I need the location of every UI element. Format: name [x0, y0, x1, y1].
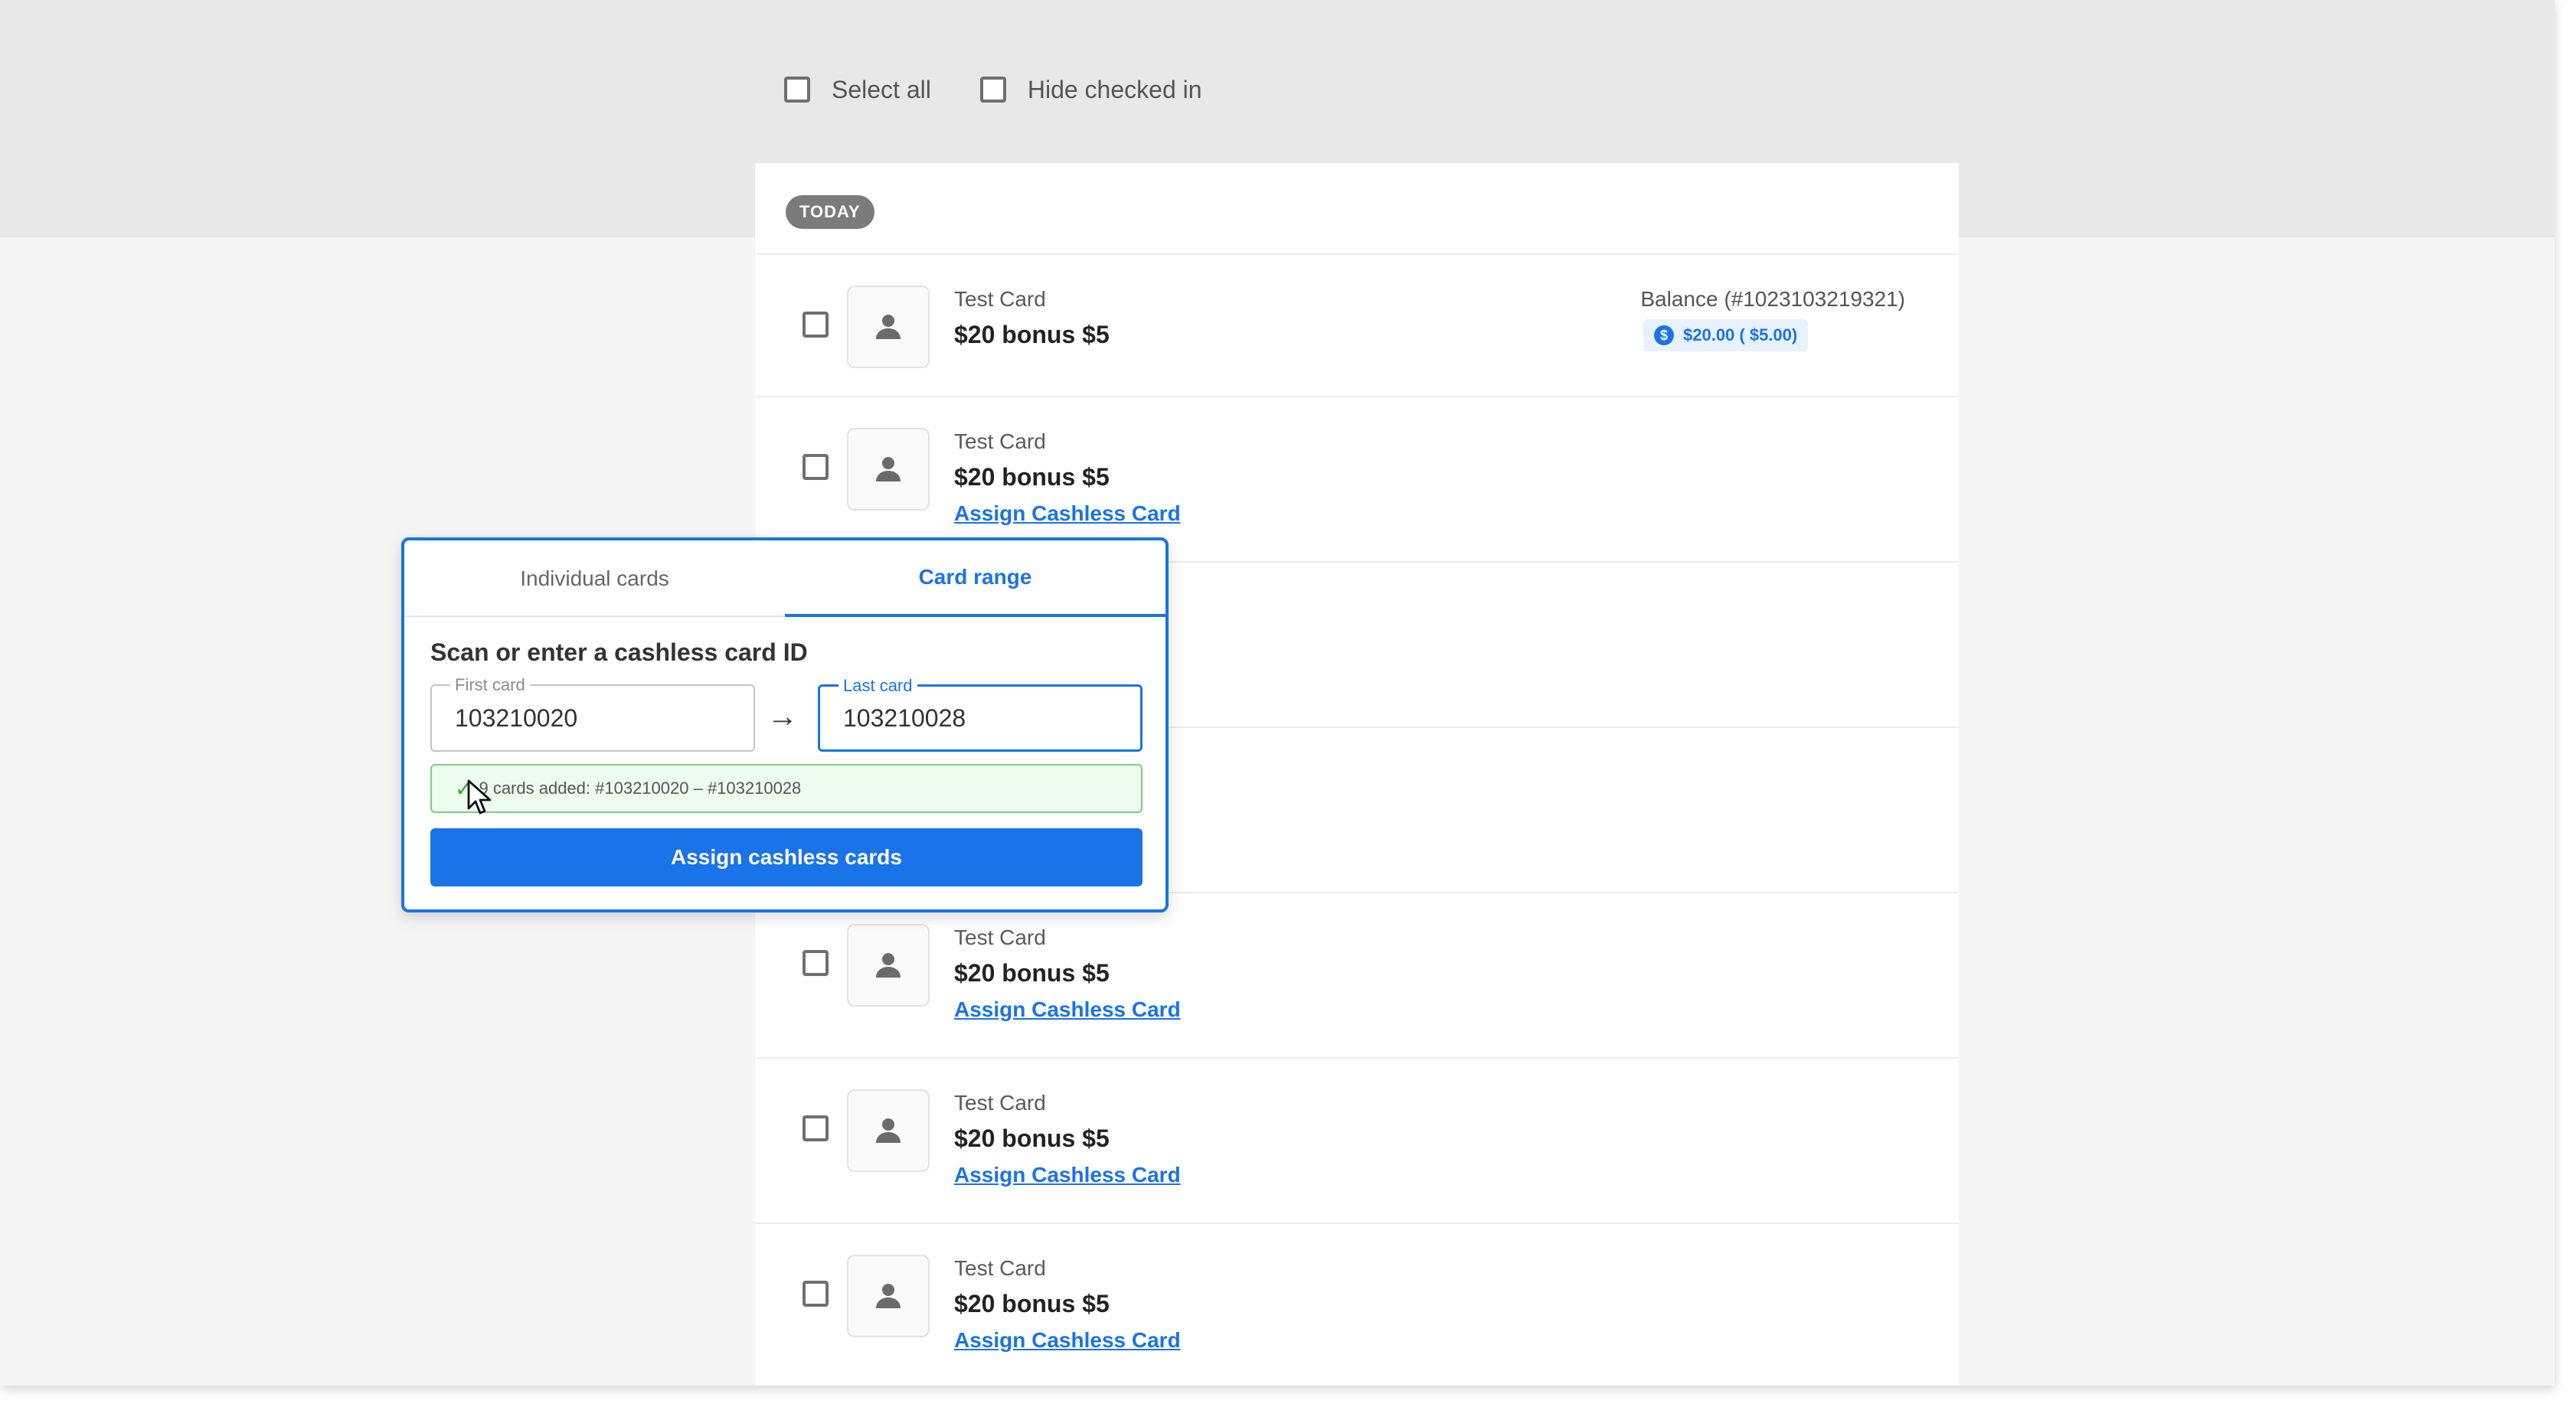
- hide-checked-in-label: Hide checked in: [1027, 75, 1202, 103]
- success-text: 9 cards added: #103210020 – #103210028: [479, 779, 802, 798]
- row-checkbox[interactable]: [803, 1115, 829, 1141]
- row-title: $20 bonus $5: [954, 959, 1110, 987]
- assign-cashless-card-link[interactable]: Assign Cashless Card: [954, 997, 1181, 1022]
- person-icon: [876, 1118, 901, 1143]
- toolbar: Select all Hide checked in: [784, 73, 1251, 106]
- select-all-checkbox[interactable]: [784, 77, 810, 103]
- last-card-input[interactable]: [820, 687, 1140, 749]
- success-message: ✓ 9 cards added: #103210020 – #103210028: [430, 764, 1143, 813]
- avatar: [847, 924, 930, 1007]
- date-badge: TODAY: [786, 195, 874, 229]
- tab-card-range[interactable]: Card range: [785, 540, 1165, 617]
- row-checkbox[interactable]: [803, 312, 829, 338]
- tab-individual-cards[interactable]: Individual cards: [404, 540, 785, 617]
- hide-checked-in-checkbox[interactable]: [979, 77, 1006, 103]
- row-subtitle: Test Card: [954, 1091, 1046, 1115]
- balance-pill: $ $20.00 ( $5.00): [1643, 319, 1809, 351]
- avatar: [847, 1089, 930, 1172]
- row-title: $20 bonus $5: [954, 321, 1110, 348]
- app-window: Select all Hide checked in TODAY Test Ca…: [0, 0, 2555, 1386]
- assign-cashless-card-link[interactable]: Assign Cashless Card: [954, 501, 1181, 526]
- last-card-field[interactable]: Last card: [818, 676, 1143, 752]
- dollar-coin-icon: $: [1654, 325, 1674, 345]
- row-checkbox[interactable]: [803, 454, 829, 480]
- row-subtitle: Test Card: [954, 925, 1046, 949]
- first-card-field[interactable]: First card: [430, 675, 755, 752]
- avatar: [847, 1255, 930, 1337]
- select-all-label: Select all: [832, 75, 931, 103]
- balance-label: Balance (#1023103219321): [1640, 287, 1905, 311]
- assign-card-popup: Individual cards Card range Scan or ente…: [401, 537, 1169, 912]
- avatar: [847, 428, 930, 511]
- hide-checked-in-control[interactable]: Hide checked in: [979, 75, 1202, 104]
- popup-heading: Scan or enter a cashless card ID: [430, 638, 808, 666]
- row-subtitle: Test Card: [954, 287, 1046, 311]
- row-title: $20 bonus $5: [954, 463, 1110, 491]
- row-subtitle: Test Card: [954, 1256, 1046, 1280]
- cursor-icon: [467, 779, 492, 814]
- list-item: Test Card $20 bonus $5 Assign Cashless C…: [755, 1224, 1959, 1386]
- list-item: Test Card $20 bonus $5 Assign Cashless C…: [755, 893, 1959, 1059]
- arrow-right-icon: →: [767, 700, 798, 733]
- first-card-input[interactable]: [432, 686, 754, 750]
- popup-tabs: Individual cards Card range: [404, 540, 1165, 617]
- assign-cashless-card-link[interactable]: Assign Cashless Card: [954, 1163, 1181, 1187]
- row-subtitle: Test Card: [954, 429, 1046, 453]
- assign-cashless-cards-button[interactable]: Assign cashless cards: [430, 828, 1143, 886]
- person-icon: [876, 953, 901, 978]
- avatar: [847, 286, 930, 368]
- date-group-header: TODAY: [755, 163, 1959, 255]
- row-checkbox[interactable]: [803, 950, 829, 976]
- list-item: Test Card $20 bonus $5 Assign Cashless C…: [755, 1059, 1959, 1224]
- row-checkbox[interactable]: [803, 1281, 829, 1307]
- list-item: Test Card $20 bonus $5 Balance (#1023103…: [755, 255, 1959, 397]
- balance-value: $20.00 ( $5.00): [1683, 325, 1798, 344]
- person-icon: [876, 457, 901, 482]
- row-title: $20 bonus $5: [954, 1125, 1110, 1152]
- assign-cashless-card-link[interactable]: Assign Cashless Card: [954, 1328, 1181, 1353]
- person-icon: [876, 1284, 901, 1308]
- row-title: $20 bonus $5: [954, 1290, 1110, 1317]
- person-icon: [876, 315, 901, 339]
- select-all-control[interactable]: Select all: [784, 76, 931, 104]
